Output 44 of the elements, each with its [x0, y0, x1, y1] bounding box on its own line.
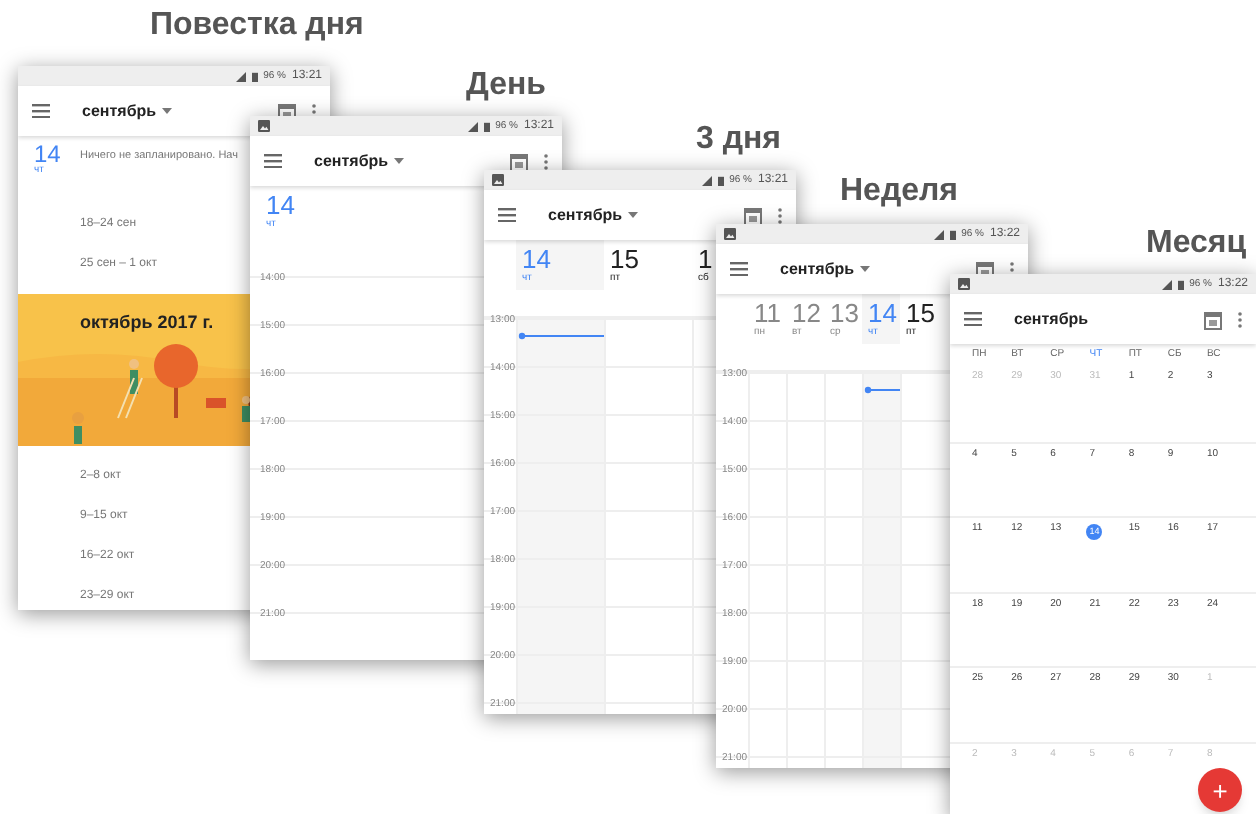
menu-icon[interactable] — [498, 208, 516, 222]
menu-icon[interactable] — [32, 104, 50, 118]
month-title[interactable]: сентябрь — [780, 257, 855, 281]
day-number[interactable]: 14 — [266, 192, 295, 218]
view-title: Месяц — [1146, 228, 1247, 260]
signal-icon — [235, 71, 246, 81]
menu-icon[interactable] — [264, 154, 282, 168]
dropdown-caret-icon[interactable] — [162, 108, 173, 114]
battery-icon — [483, 121, 490, 131]
battery-icon — [251, 71, 258, 81]
menu-icon[interactable] — [964, 312, 982, 326]
time-slot[interactable] — [862, 374, 900, 420]
month-title[interactable]: сентябрь — [314, 149, 389, 173]
today-date: 14 — [34, 142, 63, 166]
month-title[interactable]: сентябрь — [82, 99, 157, 123]
menu-icon[interactable] — [730, 262, 748, 276]
calendar-icon[interactable] — [744, 205, 762, 225]
signal-icon — [1161, 279, 1172, 289]
day-number[interactable]: 15 — [610, 246, 639, 272]
battery-icon — [717, 175, 724, 185]
signal-icon — [467, 121, 478, 131]
view-title: Повестка дня — [150, 10, 364, 42]
day-number[interactable]: 1 — [698, 246, 713, 272]
day-number[interactable]: 13 — [830, 300, 859, 326]
day-number[interactable]: 15 — [906, 300, 935, 326]
add-event-button[interactable]: + — [1198, 768, 1242, 812]
signal-icon — [701, 175, 712, 185]
dropdown-caret-icon[interactable] — [860, 266, 871, 272]
signal-icon — [933, 229, 944, 239]
dropdown-caret-icon[interactable] — [628, 212, 639, 218]
banner-title: октябрь 2017 г. — [80, 314, 214, 332]
time-slot[interactable] — [516, 320, 604, 366]
battery-icon — [949, 229, 956, 239]
day-number[interactable]: 12 — [792, 300, 821, 326]
month-title[interactable]: сентябрь — [548, 203, 623, 227]
view-title: День — [466, 70, 546, 102]
month-title[interactable]: сентябрь — [1014, 307, 1089, 331]
view-title: Неделя — [840, 176, 959, 208]
calendar-icon[interactable] — [510, 151, 528, 171]
calendar-icon[interactable] — [1204, 309, 1222, 329]
view-title: 3 дня — [696, 124, 781, 156]
dropdown-caret-icon[interactable] — [394, 158, 405, 164]
day-number[interactable]: 11 — [754, 300, 781, 326]
battery-icon — [1177, 279, 1184, 289]
